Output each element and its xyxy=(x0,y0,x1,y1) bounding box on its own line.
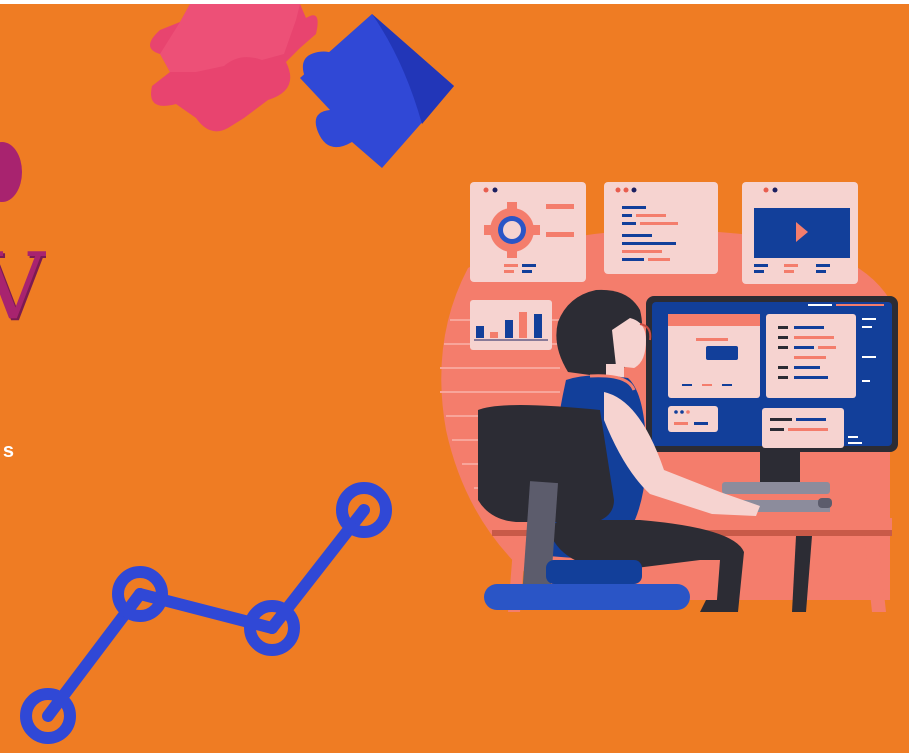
pink-puzzle-piece-icon xyxy=(150,4,318,132)
mouse xyxy=(818,498,832,508)
illustration-canvas xyxy=(0,4,898,744)
line-graph-icon xyxy=(20,482,392,744)
hero-banner: V s xyxy=(0,4,909,753)
settings-panel xyxy=(470,182,586,282)
blue-puzzle-piece-icon xyxy=(300,14,454,168)
code-panel xyxy=(604,182,718,274)
decorative-circle xyxy=(0,142,22,202)
puzzle-pieces-icon xyxy=(150,4,454,168)
video-panel xyxy=(742,182,858,284)
bar-chart-panel xyxy=(470,300,552,350)
